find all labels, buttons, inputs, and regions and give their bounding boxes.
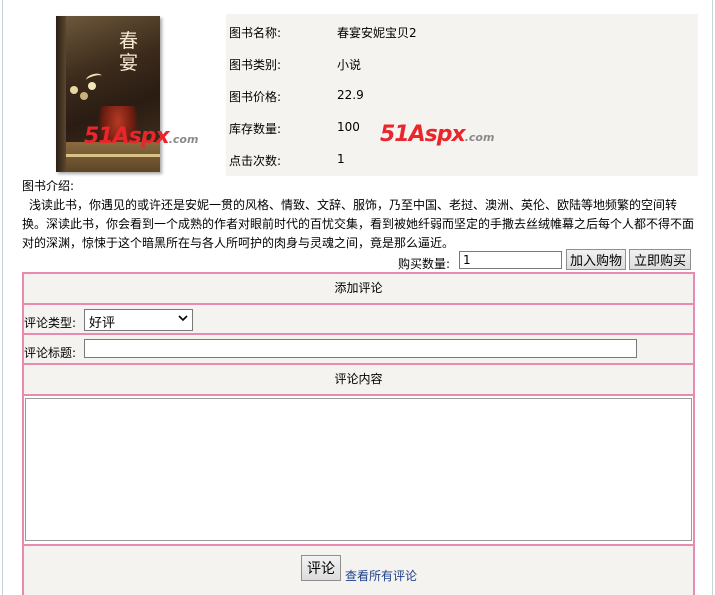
book-intro-label: 图书介绍: bbox=[22, 179, 75, 193]
submit-comment-button[interactable]: 评论 bbox=[301, 555, 341, 581]
comment-form: 添加评论 评论类型: 好评 评论标题: 评论内容 评论 查看所有评论 bbox=[22, 272, 695, 595]
watermark-domain-2: .com bbox=[464, 131, 495, 144]
book-clicks-label: 点击次数: bbox=[229, 154, 282, 168]
cover-title-text: 春宴 bbox=[118, 30, 139, 74]
book-name-label: 图书名称: bbox=[229, 26, 282, 40]
add-to-cart-button[interactable]: 加入购物 bbox=[566, 249, 626, 270]
watermark-domain: .com bbox=[168, 133, 199, 146]
book-clicks-value: 1 bbox=[337, 152, 345, 166]
comment-header-row: 添加评论 bbox=[24, 274, 693, 305]
comment-title-row: 评论标题: bbox=[24, 335, 693, 365]
info-row-name: 图书名称: 春宴安妮宝贝2 bbox=[226, 24, 698, 40]
comment-type-select[interactable]: 好评 bbox=[84, 309, 193, 331]
comment-type-selected: 好评 bbox=[89, 316, 116, 331]
watermark-number-2: 51 bbox=[380, 122, 410, 147]
comment-title-input[interactable] bbox=[84, 339, 637, 358]
comment-type-label: 评论类型: bbox=[24, 316, 77, 330]
comment-content-textarea[interactable] bbox=[25, 398, 692, 541]
book-info-panel: 图书名称: 春宴安妮宝贝2 图书类别: 小说 图书价格: 22.9 库存数量: … bbox=[226, 14, 698, 176]
watermark-logo-2: 51Aspx.com bbox=[380, 122, 494, 147]
cover-spine bbox=[56, 16, 66, 172]
comment-title-label: 评论标题: bbox=[24, 346, 77, 360]
watermark-logo: 51Aspx.com bbox=[84, 124, 198, 149]
purchase-row: 购买数量: 加入购物 立即购买 bbox=[22, 249, 694, 271]
cover-strip bbox=[66, 154, 160, 157]
quantity-label: 购买数量: bbox=[398, 257, 451, 271]
chevron-down-icon bbox=[178, 315, 188, 322]
book-intro-text: 浅读此书，你遇见的或许还是安妮一贯的风格、情致、文辞、服饰，乃至中国、老挝、澳洲… bbox=[22, 198, 695, 250]
quantity-input[interactable] bbox=[459, 251, 562, 269]
view-all-comments-link[interactable]: 查看所有评论 bbox=[345, 567, 417, 584]
comment-submit-row: 评论 查看所有评论 bbox=[24, 546, 693, 595]
comment-content-header-row: 评论内容 bbox=[24, 365, 693, 396]
watermark-brand-2: Aspx bbox=[408, 122, 466, 147]
cover-flower-shape bbox=[70, 86, 78, 94]
watermark-brand: Aspx bbox=[112, 124, 170, 149]
comment-header: 添加评论 bbox=[334, 281, 383, 295]
book-stock-value: 100 bbox=[337, 120, 360, 134]
book-name-value: 春宴安妮宝贝2 bbox=[337, 26, 417, 40]
buy-now-button[interactable]: 立即购买 bbox=[629, 249, 691, 270]
comment-type-row: 评论类型: 好评 bbox=[24, 305, 693, 335]
comment-content-header: 评论内容 bbox=[334, 372, 383, 386]
info-row-category: 图书类别: 小说 bbox=[226, 56, 698, 72]
book-price-label: 图书价格: bbox=[229, 90, 282, 104]
book-category-value: 小说 bbox=[337, 58, 362, 72]
info-row-clicks: 点击次数: 1 bbox=[226, 152, 698, 168]
book-stock-label: 库存数量: bbox=[229, 122, 282, 136]
book-category-label: 图书类别: bbox=[229, 58, 282, 72]
watermark-number: 51 bbox=[84, 124, 114, 149]
info-row-price: 图书价格: 22.9 bbox=[226, 88, 698, 104]
comment-content-row bbox=[24, 396, 693, 546]
book-price-value: 22.9 bbox=[337, 88, 364, 102]
book-cover-image: 春宴 bbox=[30, 12, 226, 176]
cover-bird-shape bbox=[85, 72, 103, 84]
